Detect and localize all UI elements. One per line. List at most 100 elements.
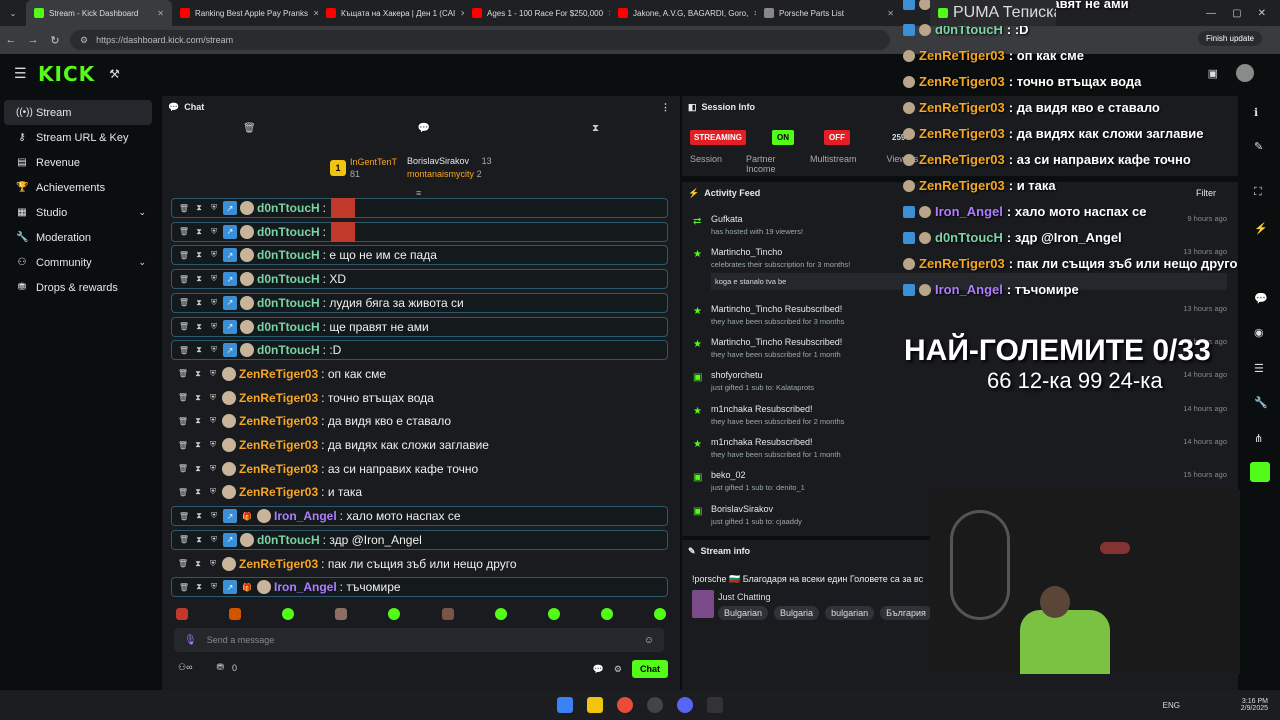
hamburger-icon[interactable]: ☰: [14, 65, 27, 82]
emote-icon[interactable]: [282, 608, 295, 620]
timeout-icon[interactable]: ⧗: [193, 345, 205, 355]
tag-pill[interactable]: България: [880, 606, 932, 620]
delete-icon[interactable]: 🗑: [177, 393, 189, 402]
timeout-icon[interactable]: ⧗: [193, 322, 205, 332]
chat-username[interactable]: d0nTtouсH: [257, 225, 320, 239]
chevron-down-icon[interactable]: ⌄: [138, 257, 146, 268]
timeout-icon[interactable]: ⧗: [193, 274, 205, 284]
close-window-icon[interactable]: ✕: [1258, 8, 1266, 19]
list-icon[interactable]: ☰: [1254, 362, 1264, 375]
delete-icon[interactable]: 🗑: [177, 369, 189, 378]
wrench-icon[interactable]: 🔧: [1254, 396, 1268, 409]
chat-message[interactable]: 🗑 ⧗ ⛨ ZenReTiger03: аз си направих кафе точ…: [171, 459, 668, 479]
delete-icon[interactable]: 🗑: [178, 227, 190, 236]
delete-icon[interactable]: 🗑: [178, 204, 190, 213]
emote-icon[interactable]: [547, 608, 560, 620]
chat-message[interactable]: 🗑 ⧗ ⛨ ↗ d0nTtouсH: здр @Iron_Angel: [171, 529, 668, 550]
timeout-icon[interactable]: ⧗: [192, 440, 204, 450]
hourglass-icon[interactable]: ⧗: [592, 123, 599, 134]
finish-update-button[interactable]: Finish update: [1197, 31, 1262, 46]
chat-username[interactable]: d0nTtouсH: [257, 296, 320, 310]
delete-icon[interactable]: 🗑: [177, 417, 189, 426]
sidebar-item-revenue[interactable]: ▤ Revenue: [4, 150, 152, 175]
chat-username[interactable]: Iron_Angel: [274, 509, 337, 523]
discord-icon[interactable]: [677, 697, 693, 713]
sidebar-item-community[interactable]: ⚇ Community ⌄: [4, 250, 152, 275]
fullscreen-icon[interactable]: ⛶: [1254, 186, 1262, 199]
chat-username[interactable]: d0nTtouсH: [257, 248, 320, 262]
emote-icon[interactable]: [388, 608, 401, 620]
ban-icon[interactable]: ⛨: [208, 274, 220, 284]
emote-icon[interactable]: [229, 608, 242, 620]
filter-button[interactable]: Filter: [1196, 188, 1216, 198]
ban-icon[interactable]: ⛨: [207, 416, 219, 426]
browser-tab[interactable]: Ranking Best Apple Pay Pranks ✕: [172, 0, 318, 26]
start-icon[interactable]: [557, 697, 573, 713]
chat-username[interactable]: ZenReTiger03: [239, 391, 318, 405]
activity-item[interactable]: ★ Martincho_Tincho Resubscribed! they have…: [689, 304, 1229, 326]
pencil-icon[interactable]: ✎: [1254, 140, 1263, 153]
display-icon[interactable]: ▣: [1208, 67, 1218, 80]
chat-username[interactable]: ZenReTiger03: [239, 485, 318, 499]
chat-icon[interactable]: 💬: [1254, 292, 1268, 305]
ban-icon[interactable]: ⛨: [208, 203, 220, 213]
chat-message[interactable]: 🗑 ⧗ ⛨ ZenReTiger03: точно втъщах вода: [171, 388, 668, 408]
leader-name[interactable]: montanaismycity: [407, 169, 474, 179]
share-icon[interactable]: ⋔: [1254, 432, 1263, 445]
chevron-down-icon[interactable]: ⌄: [138, 207, 146, 218]
activity-item[interactable]: ★ m1nchaka Resubscribed! they have been su…: [689, 437, 1229, 459]
folder-icon[interactable]: [587, 697, 603, 713]
maximize-icon[interactable]: ▢: [1232, 8, 1241, 19]
chat-message[interactable]: 🗑 ⧗ ⛨ ZenReTiger03: да видях как сложи загл…: [171, 435, 668, 455]
ban-icon[interactable]: ⛨: [208, 511, 220, 521]
url-field[interactable]: ⚙ https://dashboard.kick.com/stream: [70, 30, 890, 50]
timeout-icon[interactable]: ⧗: [192, 369, 204, 379]
ban-icon[interactable]: ⛨: [208, 322, 220, 332]
category-name[interactable]: Just Chatting: [718, 592, 771, 602]
sidebar-item-stream[interactable]: ((•)) Stream: [4, 100, 152, 125]
timeout-icon[interactable]: ⧗: [193, 298, 205, 308]
chat-username[interactable]: d0nTtouсH: [257, 201, 320, 215]
browser-tab[interactable]: Stream - Kick Dashboard ✕: [26, 0, 172, 26]
trash-icon[interactable]: 🗑: [243, 123, 256, 134]
timeout-icon[interactable]: ⧗: [192, 416, 204, 426]
timeout-icon[interactable]: ⧗: [192, 464, 204, 474]
sidebar-item-moderation[interactable]: 🔧 Moderation: [4, 225, 152, 250]
sidebar-item-studio[interactable]: ▦ Studio ⌄: [4, 200, 152, 225]
chat-message[interactable]: 🗑 ⧗ ⛨ ↗ 🎁 Iron_Angel: хало мото наспах се: [171, 506, 668, 527]
delete-icon[interactable]: 🗑: [177, 488, 189, 497]
ban-icon[interactable]: ⛨: [208, 227, 220, 237]
delete-icon[interactable]: 🗑: [177, 441, 189, 450]
chat-username[interactable]: ZenReTiger03: [239, 557, 318, 571]
chat-username[interactable]: ZenReTiger03: [239, 414, 318, 428]
ban-icon[interactable]: ⛨: [208, 535, 220, 545]
delete-icon[interactable]: 🗑: [178, 298, 190, 307]
chat-username[interactable]: d0nTtouсH: [257, 533, 320, 547]
terminal-icon[interactable]: [707, 697, 723, 713]
mic-icon[interactable]: 🎙: [184, 635, 197, 646]
bolt-icon[interactable]: ⚡: [1254, 222, 1268, 235]
sidebar-item-stream-url-key[interactable]: ⚷ Stream URL & Key: [4, 125, 152, 150]
emote-icon[interactable]: [176, 608, 188, 620]
delete-icon[interactable]: 🗑: [178, 583, 190, 592]
reload-icon[interactable]: ↻: [44, 34, 66, 47]
avatar[interactable]: [1236, 64, 1254, 82]
timeout-icon[interactable]: ⧗: [193, 250, 205, 260]
kick-logo[interactable]: KICK: [38, 62, 95, 86]
ban-icon[interactable]: ⛨: [207, 369, 219, 379]
chrome-icon[interactable]: [617, 697, 633, 713]
chat-message[interactable]: 🗑 ⧗ ⛨ ZenReTiger03: да видя кво е ставало: [171, 411, 668, 431]
chat-username[interactable]: d0nTtouсH: [257, 343, 320, 357]
app-icon[interactable]: [647, 697, 663, 713]
language-indicator[interactable]: ENG: [1163, 701, 1180, 710]
chat-message[interactable]: 🗑 ⧗ ⛨ ↗ d0nTtouсH:: [171, 198, 668, 218]
info-icon[interactable]: ℹ: [1254, 106, 1258, 119]
clock-time[interactable]: 3:16 PM: [1241, 698, 1268, 705]
leader-name[interactable]: BorislavSirakov: [407, 156, 469, 166]
delete-icon[interactable]: 🗑: [178, 346, 190, 355]
tab-close-icon[interactable]: ✕: [157, 9, 164, 18]
chat-settings-icon[interactable]: 💬: [593, 664, 604, 675]
timeout-icon[interactable]: ⧗: [192, 559, 204, 569]
leader-name[interactable]: InGentTenT: [350, 157, 397, 167]
chat-message[interactable]: 🗑 ⧗ ⛨ ZenReTiger03: пак ли същия зъб или не…: [171, 554, 668, 574]
